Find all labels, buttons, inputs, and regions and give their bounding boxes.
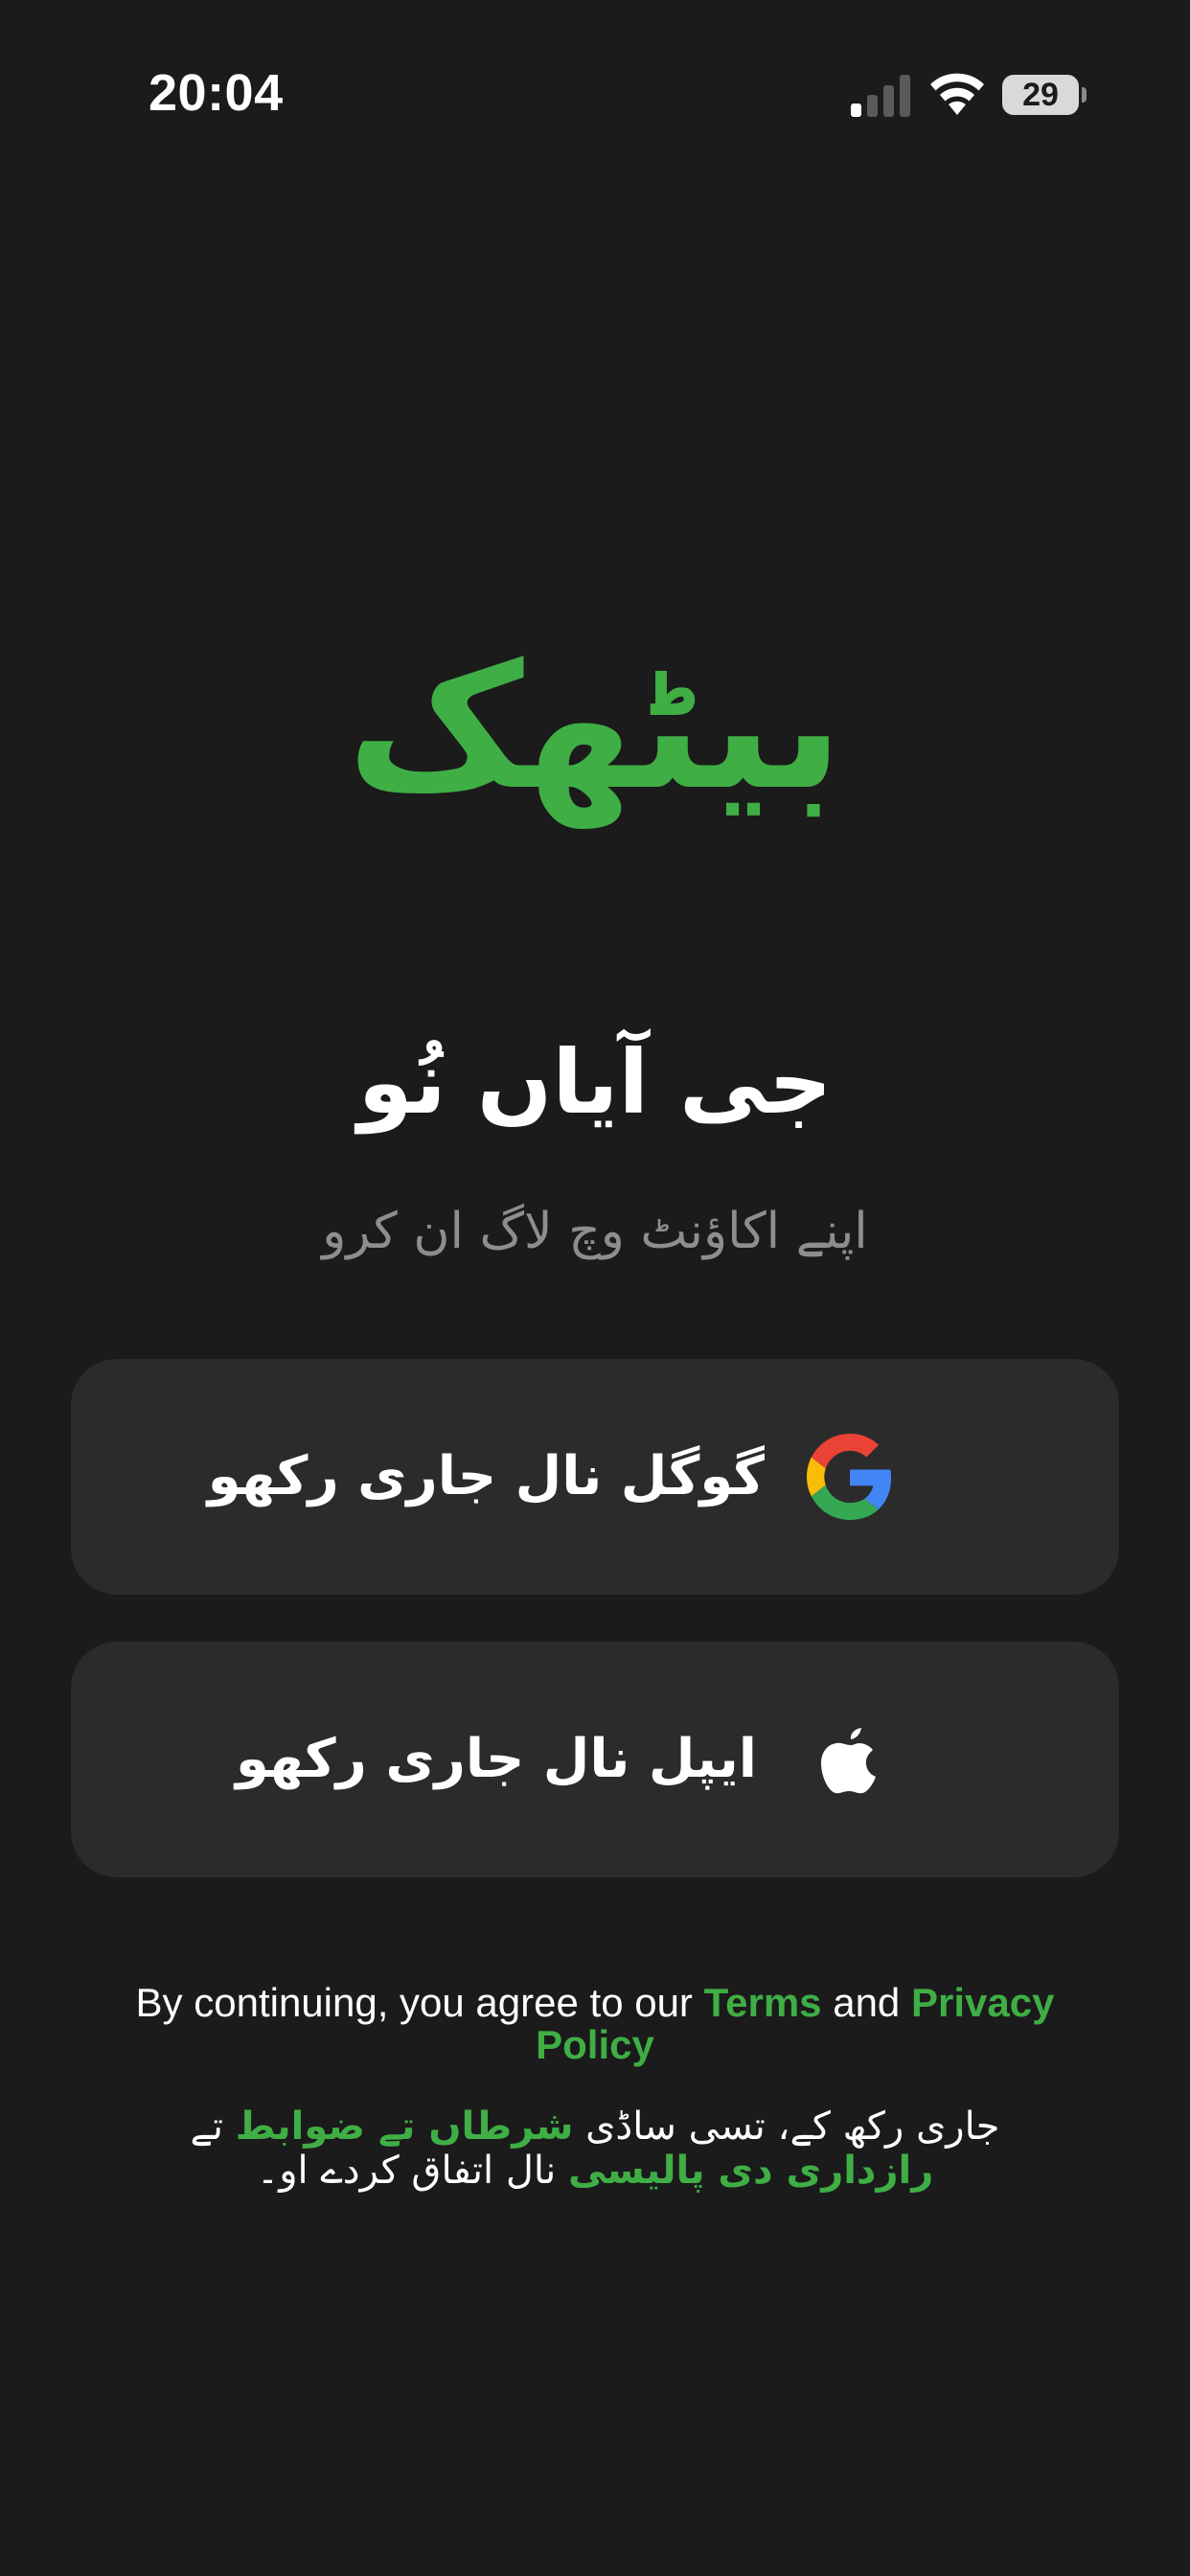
battery-icon: 29: [1002, 75, 1087, 115]
terms-notice-english: By continuing, you agree to our Terms an…: [115, 1982, 1075, 2066]
terms-en-and: and: [821, 1980, 911, 2025]
terms-ur-suffix: نال اتفاق کردے او۔: [256, 2149, 568, 2193]
privacy-policy-link-urdu[interactable]: رازداری دی پالیسی: [568, 2149, 933, 2193]
terms-notice-urdu: جاری رکھ کے، تسی ساڈی شرطاں تے ضوابط تے …: [115, 2104, 1075, 2193]
wifi-icon: [930, 73, 984, 115]
google-logo-icon: [807, 1434, 892, 1520]
welcome-title: جی آیاں نُو: [357, 1031, 833, 1134]
terms-ur-and: تے: [190, 2104, 236, 2149]
app-logo: بیٹھک: [347, 628, 843, 828]
terms-link[interactable]: Terms: [704, 1980, 822, 2025]
status-time: 20:04: [149, 64, 284, 122]
welcome-subtitle: اپنے اکاؤنٹ وچ لاگ ان کرو: [322, 1203, 868, 1260]
status-bar: 20:04 29: [0, 0, 1190, 192]
terms-ur-prefix: جاری رکھ کے، تسی ساڈی: [573, 2104, 1000, 2149]
continue-with-apple-button[interactable]: ایپل نال جاری رکھو: [71, 1642, 1119, 1877]
apple-button-label: ایپل نال جاری رکھو: [235, 1728, 757, 1790]
google-button-label: گوگل نال جاری رکھو: [207, 1445, 765, 1507]
terms-link-urdu[interactable]: شرطاں تے ضوابط: [236, 2104, 574, 2149]
apple-logo-icon: [821, 1728, 876, 1794]
battery-tip: [1082, 87, 1087, 103]
continue-with-google-button[interactable]: گوگل نال جاری رکھو: [71, 1359, 1119, 1595]
battery-level: 29: [1022, 77, 1059, 113]
signal-icon: [851, 75, 910, 117]
terms-en-prefix: By continuing, you agree to our: [135, 1980, 704, 2025]
